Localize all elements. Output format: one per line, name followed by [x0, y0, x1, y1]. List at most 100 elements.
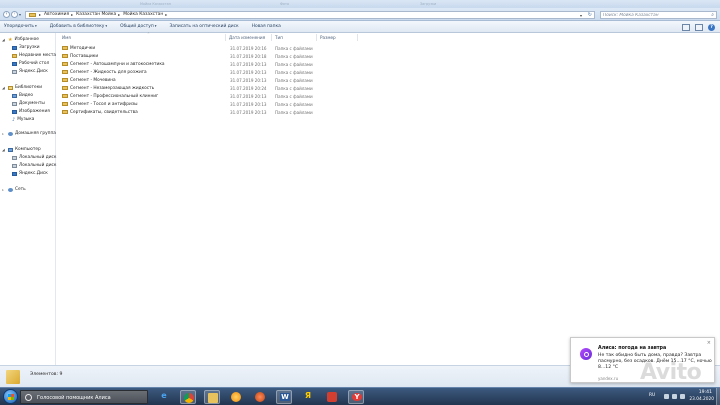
sidebar-item-label: Рабочий стол: [19, 61, 50, 66]
chevron-down-icon[interactable]: ▾: [580, 13, 582, 18]
chrome-icon[interactable]: [180, 390, 196, 404]
app-icon[interactable]: [324, 390, 340, 404]
breadcrumb-item[interactable]: Казахстан Мойка: [76, 12, 116, 17]
clock-time[interactable]: 19:41: [699, 390, 712, 395]
expand-triangle-icon[interactable]: ◢: [2, 38, 5, 42]
sidebar-item-homegroup[interactable]: Домашняя группа: [8, 131, 56, 136]
documents-icon: [12, 101, 17, 106]
help-icon[interactable]: ?: [708, 23, 715, 31]
chrome-glyph: [184, 393, 194, 403]
folder-icon: [62, 46, 68, 50]
yandex-music-icon[interactable]: Я: [300, 390, 316, 404]
search-input[interactable]: [603, 11, 703, 19]
desktop-icon: [12, 61, 17, 66]
back-button[interactable]: ‹: [3, 11, 10, 18]
sidebar-item-local-disk-c[interactable]: Локальный диск: [12, 155, 56, 160]
ie-icon[interactable]: e: [156, 390, 172, 404]
forward-button[interactable]: ›: [11, 11, 18, 18]
column-header-type[interactable]: Тип: [275, 33, 283, 42]
clock-date[interactable]: 23.04.2020: [689, 397, 714, 402]
breadcrumb[interactable]: ▸ Автохимия ▸ Казахстан Мойка ▸ Мойка Ка…: [25, 10, 595, 19]
preview-pane-icon[interactable]: [695, 23, 703, 31]
column-divider[interactable]: [357, 34, 358, 41]
organize-label: Упорядочить: [4, 24, 34, 29]
column-divider[interactable]: [225, 34, 226, 41]
file-name: Поставщики: [70, 53, 99, 59]
sidebar-item-recent-places[interactable]: Недавние места: [12, 53, 56, 58]
breadcrumb-item[interactable]: Мойка Казахстан: [123, 12, 163, 17]
breadcrumb-item[interactable]: Автохимия: [44, 12, 69, 17]
sidebar-item-downloads[interactable]: Загрузки: [12, 45, 40, 50]
search-icon[interactable]: ⌕: [711, 12, 714, 18]
yandex-music-glyph: Я: [304, 391, 312, 400]
organize-button[interactable]: Упорядочить▾: [4, 24, 37, 29]
search-box[interactable]: ⌕: [600, 10, 717, 19]
sidebar-item-libraries[interactable]: Библиотеки: [8, 85, 42, 90]
media-player-icon[interactable]: [228, 390, 244, 404]
recent-pages-dropdown-icon[interactable]: ▾: [19, 12, 21, 17]
system-tray: RU 19:41 23.04.2020: [640, 388, 720, 405]
list-item[interactable]: Сегмент - Незамерзающая жидкость 31.07.2…: [57, 84, 357, 92]
refresh-icon[interactable]: ↻: [588, 12, 592, 18]
chevron-right-icon[interactable]: ▸: [118, 12, 120, 17]
column-divider[interactable]: [316, 34, 317, 41]
media-glyph: [231, 392, 241, 402]
word-glyph: W: [280, 393, 290, 401]
expand-triangle-icon[interactable]: ▹: [2, 188, 4, 192]
list-item[interactable]: Сегмент - Автошампуни и автокосметика 31…: [57, 60, 357, 68]
language-indicator[interactable]: RU: [649, 393, 655, 398]
yandex-disk-icon: [12, 69, 17, 74]
file-type: Папка с файлами: [275, 61, 313, 67]
column-header-name[interactable]: Имя: [62, 33, 71, 42]
list-item[interactable]: Сегмент - Тосол и антифризы 31.07.2019 2…: [57, 100, 357, 108]
column-divider[interactable]: [271, 34, 272, 41]
list-item[interactable]: Сертификаты, свидетельства 31.07.2019 20…: [57, 108, 357, 116]
sidebar-item-pictures[interactable]: Изображения: [12, 109, 50, 114]
sidebar-item-local-disk-d[interactable]: Локальный диск: [12, 163, 56, 168]
expand-triangle-icon[interactable]: ▹: [2, 132, 4, 136]
yandex-browser-glyph: Y: [352, 393, 362, 401]
close-icon[interactable]: ×: [707, 340, 711, 346]
yandex-browser-icon[interactable]: Y: [348, 390, 364, 404]
sidebar-item-documents[interactable]: Документы: [12, 101, 45, 106]
app-icon[interactable]: [252, 390, 268, 404]
show-desktop-button[interactable]: [716, 388, 720, 405]
expand-triangle-icon[interactable]: ◢: [2, 148, 5, 152]
show-hidden-icons-icon[interactable]: [664, 394, 669, 399]
expand-triangle-icon[interactable]: ◢: [2, 86, 5, 90]
sidebar-item-yandex-disk-drive[interactable]: Яндекс.Диск: [12, 171, 48, 176]
view-options-icon[interactable]: [682, 23, 690, 31]
list-item[interactable]: Сегмент - Жидкость для розжига 31.07.201…: [57, 68, 357, 76]
chevron-right-icon[interactable]: ▸: [71, 12, 73, 17]
sidebar-item-favorites[interactable]: ★ Избранное: [8, 37, 39, 42]
list-item[interactable]: Поставщики 31.07.2019 20:18 Папка с файл…: [57, 52, 357, 60]
chevron-right-icon[interactable]: ▸: [165, 12, 167, 17]
file-name: Сегмент - Незамерзающая жидкость: [70, 85, 155, 91]
column-header-date[interactable]: Дата изменения: [229, 33, 265, 42]
explorer-icon[interactable]: [204, 390, 220, 404]
list-item[interactable]: Методички 31.07.2019 20:16 Папка с файла…: [57, 44, 357, 52]
sidebar-item-music[interactable]: ♪ Музыка: [12, 117, 34, 122]
volume-icon[interactable]: [680, 394, 685, 399]
new-folder-button[interactable]: Новая папка: [252, 24, 281, 29]
chevron-right-icon[interactable]: ▸: [39, 12, 41, 17]
sidebar-item-yandex-disk[interactable]: Яндекс.Диск: [12, 69, 48, 74]
word-icon[interactable]: W: [276, 390, 292, 404]
alice-voice-assistant[interactable]: Голосовой помощник Алиса: [20, 390, 148, 404]
list-item[interactable]: Сегмент - Мочевина 31.07.2019 20:13 Папк…: [57, 76, 357, 84]
sidebar-item-video[interactable]: Видео: [12, 93, 33, 98]
app-glyph: [255, 392, 265, 402]
sidebar-item-label: Документы: [19, 101, 45, 106]
sidebar-item-network[interactable]: Сеть: [8, 187, 26, 192]
network-icon[interactable]: [672, 394, 677, 399]
burn-button[interactable]: Записать на оптический диск: [169, 24, 238, 29]
sidebar-item-label: Загрузки: [19, 45, 40, 50]
add-to-library-button[interactable]: Добавить в библиотеку▾: [50, 24, 107, 29]
sidebar-item-desktop[interactable]: Рабочий стол: [12, 61, 49, 66]
start-button[interactable]: [3, 389, 18, 404]
column-header-size[interactable]: Размер: [320, 33, 336, 42]
file-name: Сегмент - Профессиональный клинниг: [70, 93, 159, 99]
sidebar-item-computer[interactable]: Компьютер: [8, 147, 41, 152]
share-button[interactable]: Общий доступ▾: [120, 24, 156, 29]
list-item[interactable]: Сегмент - Профессиональный клинниг 31.07…: [57, 92, 357, 100]
